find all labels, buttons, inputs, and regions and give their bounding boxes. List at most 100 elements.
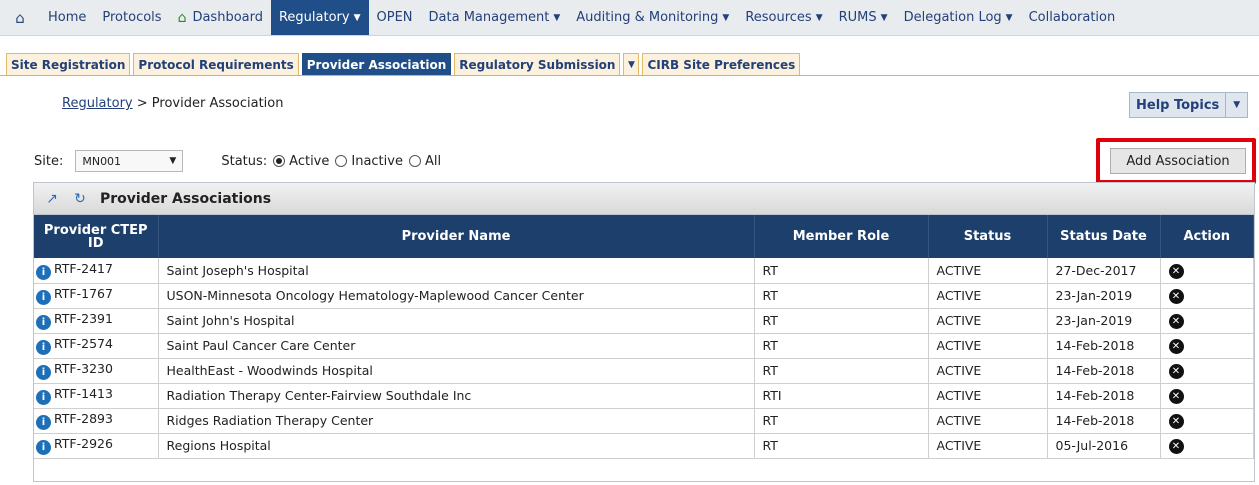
remove-icon[interactable]: ✕ <box>1168 339 1184 354</box>
nav-auditing-label: Auditing & Monitoring <box>576 10 719 25</box>
table-row: i RTF-3230 HealthEast - Woodwinds Hospital… <box>34 358 1254 384</box>
info-icon[interactable]: i <box>36 390 51 405</box>
breadcrumb-regulatory-link[interactable]: Regulatory <box>62 96 133 111</box>
provider-associations-table: Provider CTEP ID Provider Name Member Rol… <box>34 215 1254 459</box>
nav-rums-label: RUMS <box>838 10 877 25</box>
info-icon[interactable]: i <box>36 415 51 430</box>
cell-member-role: RT <box>754 408 929 434</box>
cell-member-role: RT <box>754 358 929 384</box>
regulatory-submission-dropdown[interactable]: ▼ <box>623 53 640 75</box>
add-association-button[interactable]: Add Association <box>1110 148 1246 174</box>
remove-icon[interactable]: ✕ <box>1168 314 1184 329</box>
table-row: i RTF-2893 Ridges Radiation Therapy Center… <box>34 408 1254 434</box>
status-radio-inactive[interactable]: Inactive <box>335 154 403 169</box>
export-icon[interactable]: ↗ <box>44 191 60 207</box>
remove-icon[interactable]: ✕ <box>1168 389 1184 404</box>
tab-label: Site Registration <box>11 57 126 72</box>
tab-regulatory-submission[interactable]: Regulatory Submission <box>454 53 621 75</box>
sub-tabs: Site Registration Protocol Requirements … <box>0 52 1259 76</box>
remove-icon[interactable]: ✕ <box>1168 364 1184 379</box>
status-radio-all[interactable]: All <box>408 154 441 169</box>
ctep-id-text: RTF-1767 <box>54 286 113 301</box>
cell-action: ✕ <box>1160 333 1254 359</box>
remove-icon[interactable]: ✕ <box>1168 263 1184 279</box>
ctep-id-text: RTF-3230 <box>54 361 113 376</box>
cell-status-date: 14-Feb-2018 <box>1047 333 1161 359</box>
header-member-role[interactable]: Member Role <box>754 215 929 258</box>
nav-data-management[interactable]: Data Management ▼ <box>421 0 569 35</box>
table-row: i RTF-2926 Regions Hospital RT ACTIVE 05-Jul-… <box>34 433 1254 459</box>
cell-ctep-id: i RTF-2893 <box>34 408 159 434</box>
site-select[interactable]: MN001 ▼ <box>75 150 184 172</box>
nav-resources[interactable]: Resources ▼ <box>737 0 830 35</box>
add-association-highlight: Add Association <box>1096 138 1256 184</box>
chevron-down-icon[interactable]: ▼ <box>1225 93 1247 117</box>
cell-member-role: RT <box>754 258 929 284</box>
header-action: Action <box>1160 215 1254 258</box>
ctep-id-text: RTF-2391 <box>54 311 113 326</box>
cell-status-date: 23-Jan-2019 <box>1047 283 1161 309</box>
filters: Site: MN001 ▼ Status: Active Inactive Al… <box>34 150 441 172</box>
panel-title: Provider Associations <box>100 190 272 207</box>
ctep-id-text: RTF-2417 <box>54 260 113 276</box>
chevron-down-icon: ▼ <box>353 12 361 23</box>
tab-provider-association[interactable]: Provider Association <box>301 53 452 75</box>
info-icon[interactable]: i <box>36 290 51 305</box>
header-status-date[interactable]: Status Date <box>1047 215 1161 258</box>
cell-status: ACTIVE <box>928 283 1048 309</box>
cell-ctep-id: i RTF-1413 <box>34 383 159 409</box>
tab-site-registration[interactable]: Site Registration <box>6 53 131 75</box>
nav-home-label: Home <box>48 10 87 25</box>
cell-action: ✕ <box>1160 308 1254 334</box>
provider-associations-panel: ↗ ↻ Provider Associations Provider CTEP I… <box>33 182 1255 482</box>
tab-protocol-requirements[interactable]: Protocol Requirements <box>133 53 299 75</box>
remove-icon[interactable]: ✕ <box>1168 414 1184 429</box>
info-icon[interactable]: i <box>36 264 51 280</box>
info-icon[interactable]: i <box>36 340 51 355</box>
radio-button[interactable] <box>335 155 348 167</box>
info-icon[interactable]: i <box>36 365 51 380</box>
nav-dashboard[interactable]: ⌂ Dashboard <box>170 0 271 35</box>
cell-ctep-id: i RTF-2574 <box>34 333 159 359</box>
tab-cirb-site-preferences[interactable]: CIRB Site Preferences <box>642 53 801 75</box>
cell-action: ✕ <box>1160 383 1254 409</box>
nav-auditing[interactable]: Auditing & Monitoring ▼ <box>568 0 737 35</box>
help-topics-button[interactable]: Help Topics ▼ <box>1129 92 1249 118</box>
header-provider-name[interactable]: Provider Name <box>158 215 755 258</box>
header-ctep-line2: ID <box>87 235 104 251</box>
nav-delegation-log[interactable]: Delegation Log ▼ <box>896 0 1021 35</box>
info-icon[interactable]: i <box>36 315 51 330</box>
info-icon[interactable]: i <box>36 440 51 455</box>
cell-provider-name: Ridges Radiation Therapy Center <box>158 408 755 434</box>
cell-ctep-id: i RTF-2417 <box>34 258 159 284</box>
refresh-icon[interactable]: ↻ <box>72 191 88 207</box>
header-ctep-id[interactable]: Provider CTEP ID <box>34 215 159 258</box>
cell-action: ✕ <box>1160 258 1254 284</box>
radio-button[interactable] <box>273 155 286 167</box>
cell-status-date: 23-Jan-2019 <box>1047 308 1161 334</box>
table-row: i RTF-2574 Saint Paul Cancer Care Center RT… <box>34 333 1254 359</box>
nav-open[interactable]: OPEN <box>369 0 421 35</box>
nav-home[interactable]: Home <box>40 0 94 35</box>
status-radio-active[interactable]: Active <box>273 154 329 169</box>
radio-button[interactable] <box>408 155 421 167</box>
status-label: Status: <box>221 153 268 169</box>
header-status[interactable]: Status <box>928 215 1048 258</box>
cell-provider-name: Saint Joseph's Hospital <box>158 258 755 284</box>
chevron-down-icon: ▼ <box>1005 12 1013 23</box>
nav-collaboration[interactable]: Collaboration <box>1021 0 1124 35</box>
cell-ctep-id: i RTF-2926 <box>34 433 159 459</box>
nav-regulatory[interactable]: Regulatory ▼ <box>270 0 369 35</box>
nav-rums[interactable]: RUMS ▼ <box>831 0 896 35</box>
cell-action: ✕ <box>1160 358 1254 384</box>
help-topics-label: Help Topics <box>1136 97 1220 113</box>
nav-protocols[interactable]: Protocols <box>94 0 169 35</box>
tab-label: Regulatory Submission <box>459 57 616 72</box>
site-select-value: MN001 <box>82 154 122 168</box>
cell-ctep-id: i RTF-3230 <box>34 358 159 384</box>
cell-action: ✕ <box>1160 433 1254 459</box>
home-icon[interactable]: ⌂ <box>0 9 40 27</box>
remove-icon[interactable]: ✕ <box>1168 289 1184 304</box>
remove-icon[interactable]: ✕ <box>1168 439 1184 454</box>
nav-open-label: OPEN <box>376 10 413 25</box>
